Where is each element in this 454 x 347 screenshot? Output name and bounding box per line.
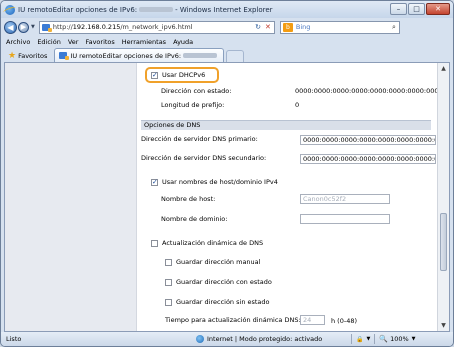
use-host-domain-checkbox[interactable] <box>151 178 158 186</box>
scroll-thumb[interactable] <box>440 213 447 271</box>
secondary-dns-input[interactable]: 0000:0000:0000:0000:0000:0000:0000:0000 <box>300 154 436 164</box>
menu-item-ayuda[interactable]: Ayuda <box>173 38 193 46</box>
status-bar: Listo Internet | Modo protegido: activad… <box>1 332 453 346</box>
scroll-down-icon[interactable]: ▼ <box>438 320 449 331</box>
back-button[interactable]: ◀ <box>4 20 17 34</box>
prefix-length-value: 0 <box>295 101 300 109</box>
save-stateful-row: Guardar dirección con estado <box>165 278 272 286</box>
stop-icon[interactable]: ✕ <box>265 23 271 31</box>
save-stateless-label: Guardar dirección sin estado <box>176 298 270 306</box>
domain-name-label: Nombre de dominio: <box>161 215 228 223</box>
secondary-dns-label: Dirección de servidor DNS secundario: <box>141 154 267 162</box>
security-dropdown-icon[interactable]: ▼ <box>366 336 370 342</box>
settings-form: Usar DHCPv6 Dirección con estado: 0000:0… <box>136 63 443 331</box>
search-box[interactable]: b Bing ⌕ <box>279 20 400 34</box>
favorites-label: Favoritos <box>18 51 48 60</box>
url-text[interactable]: http://192.168.0.215/m_network_ipv6.html <box>53 23 193 31</box>
security-zone-text[interactable]: Internet | Modo protegido: activado <box>207 335 347 343</box>
zoom-level[interactable]: 100% <box>390 335 409 343</box>
favorites-button[interactable]: ★ Favoritos <box>5 49 50 62</box>
status-text: Listo <box>6 335 22 343</box>
host-name-label: Nombre de host: <box>161 195 216 203</box>
bing-logo-icon: b <box>282 22 293 32</box>
redacted-text <box>139 7 174 12</box>
prefix-length-label: Longitud de prefijo: <box>161 101 225 109</box>
status-divider <box>374 334 376 344</box>
scroll-up-icon[interactable]: ▲ <box>438 63 449 74</box>
left-navigation-pane <box>5 63 136 331</box>
tab-favicon-icon <box>59 52 70 60</box>
menu-item-edicion[interactable]: Edición <box>37 38 61 46</box>
interval-unit: h (0-48) <box>331 317 358 325</box>
maximize-button[interactable]: □ <box>408 3 425 15</box>
tab-active[interactable]: IU remotoEditar opciones de IPv6: <box>54 48 225 62</box>
minimize-button[interactable]: – <box>390 3 407 15</box>
use-dhcpv6-row: Usar DHCPv6 <box>151 71 205 79</box>
address-row: ◀ ▶ ▼ http://192.168.0.215/m_network_ipv… <box>1 18 453 36</box>
status-divider <box>351 334 352 344</box>
save-stateless-checkbox[interactable] <box>165 298 172 306</box>
menu-item-ver[interactable]: Ver <box>68 38 79 46</box>
menu-item-favoritos[interactable]: Favoritos <box>85 38 114 46</box>
primary-dns-input[interactable]: 0000:0000:0000:0000:0000:0000:0000:0000 <box>300 135 436 145</box>
window-controls: – □ ✕ <box>390 3 450 15</box>
search-icon[interactable]: ⌕ <box>392 23 396 32</box>
history-dropdown-icon[interactable]: ▼ <box>31 24 35 30</box>
new-tab-button[interactable] <box>226 50 245 62</box>
dynamic-dns-checkbox[interactable] <box>151 239 158 247</box>
save-manual-row: Guardar dirección manual <box>165 258 260 266</box>
browser-window: IU remotoEditar opciones de IPv6: - Windo… <box>0 0 454 347</box>
save-stateful-label: Guardar dirección con estado <box>176 278 272 286</box>
use-host-domain-row: Usar nombres de host/dominio IPv4 <box>151 178 278 186</box>
internet-explorer-icon <box>5 4 15 15</box>
close-button[interactable]: ✕ <box>426 3 450 15</box>
address-bar[interactable]: http://192.168.0.215/m_network_ipv6.html… <box>38 20 275 34</box>
redacted-text <box>183 53 218 58</box>
save-manual-label: Guardar dirección manual <box>176 258 261 266</box>
zoom-icon: 🔍 <box>379 335 389 343</box>
interval-label: Tiempo para actualización dinámica DNS: <box>165 316 301 324</box>
tab-title: IU remotoEditar opciones de IPv6: <box>70 51 182 60</box>
dynamic-dns-row: Actualización dinámica de DNS <box>151 239 263 247</box>
forward-button[interactable]: ▶ <box>18 21 29 33</box>
status-address-value: 0000:0000:0000:0000:0000:0000:0000:0000 <box>295 87 443 95</box>
interval-input[interactable]: 24 <box>300 315 325 325</box>
internet-zone-icon <box>196 335 204 343</box>
menu-bar: Archivo Edición Ver Favoritos Herramient… <box>1 36 453 47</box>
page-content: Usar DHCPv6 Dirección con estado: 0000:0… <box>4 62 450 332</box>
primary-dns-label: Dirección de servidor DNS primario: <box>141 135 258 143</box>
title-bar: IU remotoEditar opciones de IPv6: - Windo… <box>1 1 453 18</box>
save-stateless-row: Guardar dirección sin estado <box>165 298 270 306</box>
dns-section-header: Opciones de DNS <box>141 120 431 130</box>
favorites-bar: ★ Favoritos IU remotoEditar opciones de … <box>1 47 453 62</box>
zoom-dropdown-icon[interactable]: ▼ <box>412 336 416 342</box>
dynamic-dns-label: Actualización dinámica de DNS <box>162 239 264 247</box>
save-manual-checkbox[interactable] <box>165 258 172 266</box>
search-input[interactable]: Bing <box>296 23 389 31</box>
use-host-domain-label: Usar nombres de host/dominio IPv4 <box>162 178 278 186</box>
use-dhcpv6-label: Usar DHCPv6 <box>162 71 206 79</box>
host-name-input[interactable]: Canon0c52f2 <box>300 194 390 204</box>
use-dhcpv6-checkbox[interactable] <box>151 71 158 79</box>
protected-mode-icon[interactable]: 🔒 <box>356 336 363 343</box>
menu-item-archivo[interactable]: Archivo <box>6 38 30 46</box>
domain-name-input[interactable] <box>300 214 390 224</box>
window-title: IU remotoEditar opciones de IPv6: - Windo… <box>18 5 273 14</box>
site-favicon-icon <box>41 23 52 32</box>
status-address-label: Dirección con estado: <box>161 87 232 95</box>
vertical-scrollbar[interactable]: ▲ ▼ <box>437 63 449 331</box>
save-stateful-checkbox[interactable] <box>165 278 172 286</box>
refresh-icon[interactable]: ↻ <box>255 23 261 31</box>
menu-item-herramientas[interactable]: Herramientas <box>122 38 166 46</box>
star-icon: ★ <box>8 50 17 61</box>
